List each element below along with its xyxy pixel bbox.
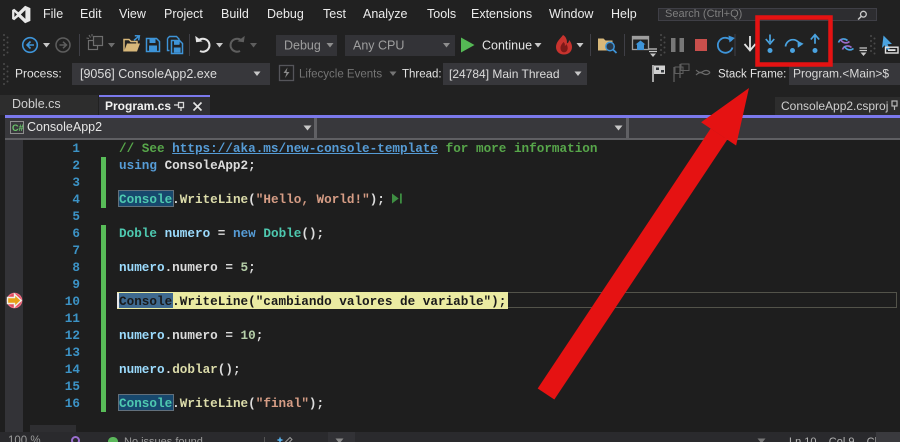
svg-text:[9056] ConsoleApp2.exe: [9056] ConsoleApp2.exe — [80, 67, 217, 81]
svg-text:Process:: Process: — [15, 67, 62, 81]
svg-text:Debug: Debug — [284, 39, 321, 53]
svg-text:[24784] Main Thread: [24784] Main Thread — [449, 67, 560, 81]
svg-text:Lifecycle Events: Lifecycle Events — [299, 69, 382, 81]
svg-text:Any CPU: Any CPU — [353, 39, 404, 53]
svg-text:Stack Frame:: Stack Frame: — [718, 69, 786, 81]
svg-text:Program.<Main>$: Program.<Main>$ — [793, 67, 889, 81]
svg-text:Continue: Continue — [482, 39, 532, 53]
svg-text:Thread:: Thread: — [402, 69, 442, 81]
